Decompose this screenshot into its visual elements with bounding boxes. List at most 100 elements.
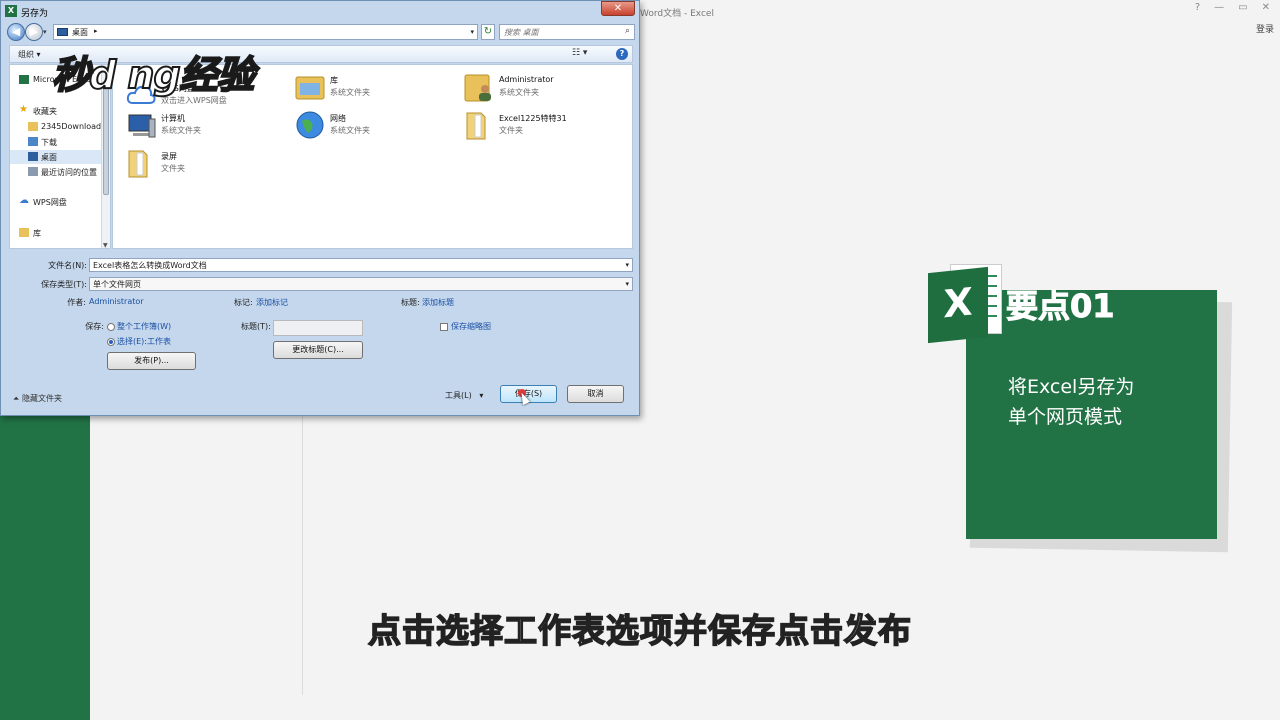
recent-pages-chevron-icon[interactable]: ▾ (43, 28, 47, 36)
publish-button[interactable]: 发布(P)... (107, 352, 196, 370)
cancel-button[interactable]: 取消 (567, 385, 624, 403)
save-scope-label: 保存: (85, 322, 104, 331)
file-type: 系统文件夹 (330, 126, 370, 135)
excel-logo-icon: X (928, 262, 1002, 344)
file-name: 网络 (330, 114, 346, 123)
minimize-icon[interactable]: — (1214, 2, 1224, 13)
tools-label: 工具(L) (445, 391, 472, 400)
card-line-2: 单个网页模式 (1008, 406, 1123, 428)
organize-menu[interactable]: 组织 ▾ (18, 49, 41, 60)
help-icon[interactable]: ? (616, 48, 628, 60)
dialog-close-button[interactable]: ✕ (601, 1, 635, 16)
file-item-libraries[interactable]: 库 系统文件夹 (294, 71, 454, 105)
close-icon[interactable]: ✕ (1262, 2, 1270, 13)
file-item-network[interactable]: 网络 系统文件夹 (294, 109, 454, 143)
network-globe-icon (296, 111, 324, 139)
file-type: 文件夹 (161, 164, 185, 173)
save-thumbnail-checkbox[interactable] (440, 323, 448, 331)
filetype-select[interactable]: 单个文件网页 ▾ (89, 277, 633, 291)
chevron-down-icon[interactable]: ▾ (625, 280, 629, 288)
nav-item-desktop[interactable]: 桌面 (10, 150, 102, 164)
file-item-excel1225[interactable]: Excel1225特特31 文件夹 (463, 109, 623, 143)
search-box[interactable]: ⌕ (499, 24, 635, 40)
nav-item-label: 2345Downloads (41, 122, 102, 131)
chevron-down-icon[interactable]: ▾ (625, 261, 629, 269)
scrollbar-thumb[interactable] (103, 85, 109, 195)
nav-item-wps-cloud[interactable]: ☁ WPS网盘 (10, 195, 102, 209)
nav-item-downloads-2345[interactable]: 2345Downloads (10, 120, 102, 134)
refresh-button[interactable]: ↻ (481, 24, 495, 40)
file-item-screen-recording[interactable]: 录屏 文件夹 (125, 147, 285, 181)
add-tags-link[interactable]: 添加标记 (256, 297, 288, 308)
file-name: 计算机 (161, 114, 185, 123)
file-item-administrator[interactable]: Administrator 系统文件夹 (463, 71, 623, 105)
nav-item-label: 最近访问的位置 (41, 168, 97, 177)
page-title-label: 标题(T): (241, 322, 271, 331)
video-subtitle: 点击选择工作表选项并保存点击发布 (367, 610, 912, 651)
file-name: Excel1225特特31 (499, 114, 567, 123)
search-icon: ⌕ (624, 26, 630, 36)
radio-entire-workbook-label[interactable]: 整个工作簿(W) (117, 321, 171, 332)
dialog-title-bar: X 另存为 ✕ (1, 1, 639, 21)
nav-item-label: 下载 (41, 138, 57, 147)
library-icon (19, 228, 29, 237)
address-bar[interactable]: 桌面 ▸ ▾ (53, 24, 478, 40)
save-thumbnail-label[interactable]: 保存缩略图 (451, 321, 491, 332)
forward-button[interactable]: ▶ (25, 23, 43, 41)
filename-label: 文件名(N): (48, 261, 87, 270)
excel-title-bar: Word文档 - Excel ? — ▭ ✕ (640, 0, 1280, 22)
restore-icon[interactable]: ▭ (1238, 2, 1247, 13)
tools-menu[interactable]: 工具(L) ▾ (445, 390, 483, 401)
help-icon[interactable]: ? (1195, 2, 1200, 13)
folder-icon (28, 122, 38, 131)
login-link[interactable]: 登录 (1256, 22, 1274, 35)
tags-label: 标记: (234, 298, 253, 307)
star-icon: ★ (19, 104, 28, 115)
excel-x-icon: X (928, 266, 988, 344)
search-input[interactable] (504, 26, 614, 38)
file-type: 系统文件夹 (330, 88, 370, 97)
desktop-folder-icon (57, 28, 68, 36)
hide-folders-label: 隐藏文件夹 (21, 394, 62, 403)
nav-item-label: WPS网盘 (33, 198, 67, 207)
user-folder-icon (464, 74, 491, 102)
breadcrumb-separator[interactable]: ▸ (94, 27, 98, 35)
add-title-link[interactable]: 添加标题 (422, 297, 454, 308)
hide-folders-toggle[interactable]: ⏶ 隐藏文件夹 (13, 393, 62, 404)
backstage-sidebar (0, 415, 90, 720)
scroll-down-icon[interactable]: ▼ (103, 242, 108, 248)
cloud-icon: ☁ (19, 195, 29, 206)
author-value[interactable]: Administrator (89, 297, 144, 306)
nav-item-recent-places[interactable]: 最近访问的位置 (10, 165, 102, 179)
card-title: 要点01 (1006, 287, 1116, 326)
nav-item-favorites[interactable]: ★ 收藏夹 (10, 104, 102, 118)
file-item-computer[interactable]: 计算机 系统文件夹 (125, 109, 285, 143)
nav-item-downloads[interactable]: 下载 (10, 135, 102, 149)
title-label: 标题: (401, 298, 420, 307)
card-line-1: 将Excel另存为 (1008, 376, 1135, 398)
library-folder-icon (295, 76, 325, 100)
change-title-button[interactable]: 更改标题(C)... (273, 341, 363, 359)
recent-places-icon (28, 167, 38, 176)
dialog-title: 另存为 (21, 9, 49, 19)
filetype-value: 单个文件网页 (93, 280, 141, 289)
radio-selection-sheet-label[interactable]: 选择(E):工作表 (117, 336, 171, 347)
address-dropdown-icon[interactable]: ▾ (470, 28, 474, 36)
back-button[interactable]: ◀ (7, 23, 25, 41)
filename-input[interactable]: Excel表格怎么转换成Word文档 ▾ (89, 258, 633, 272)
filetype-label: 保存类型(T): (41, 280, 87, 289)
file-type: 文件夹 (499, 126, 523, 135)
file-type: 系统文件夹 (161, 126, 201, 135)
excel-window-title: Word文档 - Excel (640, 9, 714, 19)
radio-selection-sheet[interactable] (107, 338, 115, 346)
nav-item-libraries[interactable]: 库 (10, 226, 102, 240)
folder-icon (128, 150, 148, 178)
file-name: 库 (330, 76, 338, 85)
file-type: 系统文件夹 (499, 88, 539, 97)
view-options-icon[interactable]: ☷ ▾ (572, 48, 587, 58)
excel-app-icon: X (5, 5, 17, 17)
folder-icon (466, 112, 486, 140)
address-location[interactable]: 桌面 (72, 27, 88, 38)
radio-entire-workbook[interactable] (107, 323, 115, 331)
excel-window-controls: ? — ▭ ✕ (1195, 2, 1270, 13)
